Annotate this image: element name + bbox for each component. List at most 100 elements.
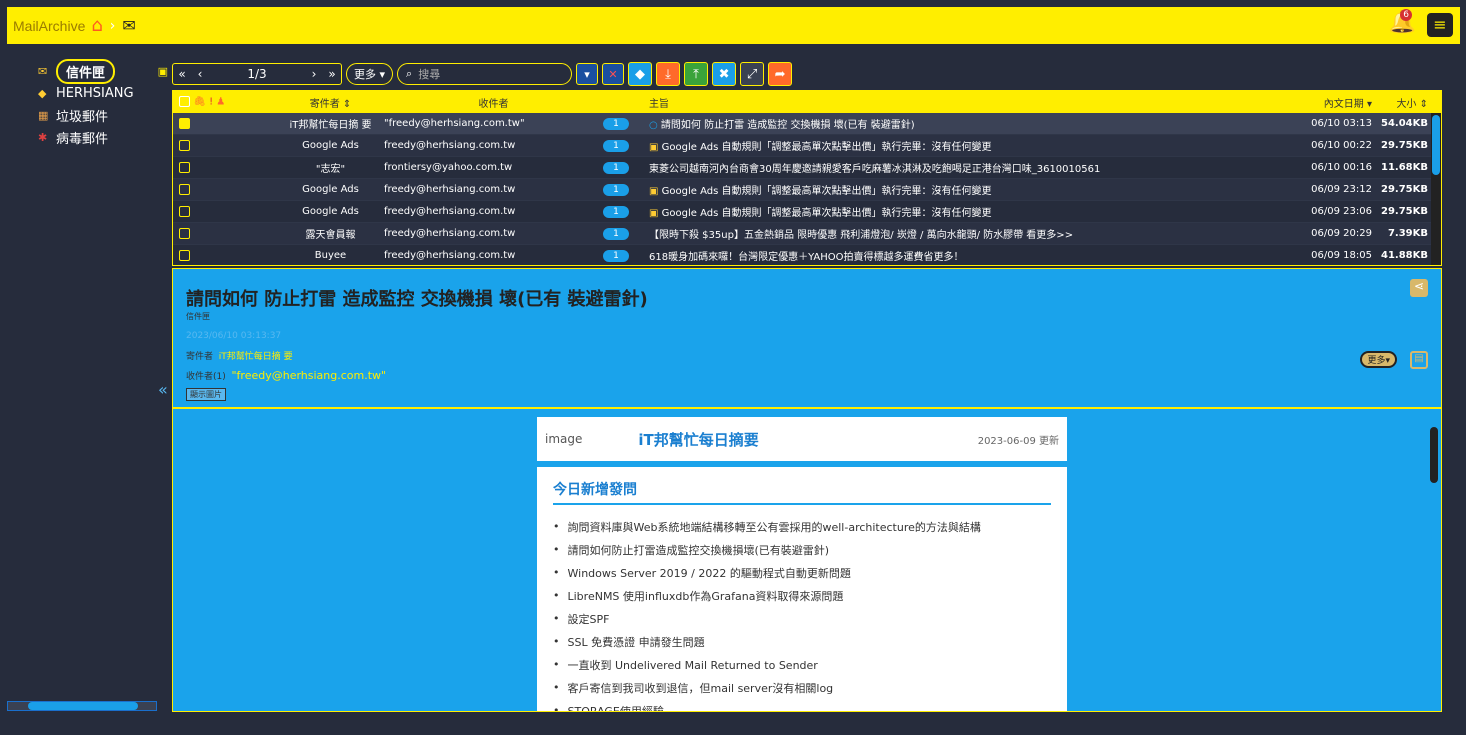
header-size[interactable]: 大小 ⇕ <box>1372 95 1432 110</box>
list-item[interactable]: 客戶寄信到我司收到退信，但mail server沒有相關log <box>553 676 1051 699</box>
row-select <box>173 161 283 174</box>
search-input[interactable]: ⌕ 搜尋 <box>397 63 573 85</box>
forward-icon[interactable]: ➦ <box>768 62 793 86</box>
top-bar: MailArchive ⌂ › ✉ 🔔 6 ≡ <box>7 7 1460 44</box>
search-placeholder: 搜尋 <box>418 68 441 81</box>
mail-list-grid: 🖇 ! ♟ 寄件者 ⇕ 收件者 主旨 內文日期 ▾ 大小 ⇕ iT邦幫忙每日摘 … <box>172 90 1442 266</box>
next-page-icon[interactable]: › <box>305 67 323 81</box>
scrollbar-thumb[interactable] <box>28 702 138 710</box>
row-checkbox[interactable] <box>179 117 190 129</box>
tag-icon: ◆ <box>38 86 47 100</box>
list-item[interactable]: SSL 免費憑證 申請發生問題 <box>553 630 1051 653</box>
row-subject-text: 請問如何 防止打雷 造成監控 交換機損 壞(已有 裝避雷針) <box>660 120 915 131</box>
row-subject-text: Google Ads 自動規則「調整最高單次點擊出價」執行完畢：沒有任何變更 <box>661 186 992 197</box>
row-select <box>173 205 283 218</box>
select-all-checkbox[interactable] <box>179 96 190 108</box>
app-brand[interactable]: MailArchive <box>13 18 85 34</box>
grid-vertical-scrollbar[interactable] <box>1431 113 1441 265</box>
sidebar-item-virus[interactable]: ✱ 病毒郵件 <box>38 126 168 148</box>
row-checkbox[interactable] <box>179 161 190 173</box>
table-row[interactable]: Buyee freedy@herhsiang.com.tw 1 618暖身加碼來囉！台… <box>173 245 1441 265</box>
row-subject: ▣ Google Ads 自動規則「調整最高單次點擊出價」執行完畢：沒有任何變更 <box>643 138 1286 153</box>
row-subject: 東菱公司越南河內台商會30周年慶邀請親愛客戶吃麻薯冰淇淋及吃飽喝足正港台灣口味_… <box>643 160 1286 175</box>
sidebar-item-herhsiang[interactable]: ◆ HERHSIANG <box>38 82 168 104</box>
page-indicator[interactable]: 1/3 <box>209 67 305 81</box>
preview-more-button[interactable]: 更多▾ <box>1360 351 1397 368</box>
show-images-button[interactable]: 顯示圖片 <box>186 388 226 401</box>
virus-scan-icon[interactable]: ✖ <box>712 62 737 86</box>
row-checkbox[interactable] <box>179 227 190 239</box>
table-row[interactable]: Google Ads freedy@herhsiang.com.tw 1 ▣ Goog… <box>173 201 1441 223</box>
table-row[interactable]: iT邦幫忙每日摘 要 "freedy@herhsiang.com.tw" 1 ○ 請問… <box>173 113 1441 135</box>
row-select <box>173 117 283 130</box>
header-to[interactable]: 收件者 <box>378 95 603 110</box>
clear-search-icon[interactable]: ✕ <box>602 63 625 85</box>
list-item[interactable]: STORAGE使用經驗 <box>553 699 1051 712</box>
notes-icon[interactable]: ▤ <box>1410 351 1428 369</box>
row-count: 1 <box>603 161 643 174</box>
home-icon[interactable]: ⌂ <box>91 15 102 36</box>
row-size: 7.39KB <box>1387 228 1428 239</box>
count-badge: 1 <box>603 249 629 262</box>
prev-page-icon[interactable]: ‹ <box>191 67 209 81</box>
row-to: frontiersy@yahoo.com.tw <box>384 162 513 173</box>
table-row[interactable]: Google Ads freedy@herhsiang.com.tw 1 ▣ Goog… <box>173 179 1441 201</box>
last-page-icon[interactable]: » <box>323 67 341 81</box>
row-checkbox[interactable] <box>179 139 190 151</box>
first-page-icon[interactable]: « <box>173 67 191 81</box>
pager: « ‹ 1/3 › » <box>172 63 342 85</box>
list-item[interactable]: 請問如何防止打雷造成監控交換機損壞(已有裝避雷針) <box>553 538 1051 561</box>
row-checkbox[interactable] <box>179 183 190 195</box>
person-icon[interactable]: ♟ <box>216 97 225 108</box>
row-count: 1 <box>603 227 643 240</box>
mail-brand[interactable]: iT邦幫忙每日摘要 <box>638 429 758 450</box>
row-select <box>173 139 283 152</box>
list-item[interactable]: 詢問資料庫與Web系統地端結構移轉至公有雲採用的well-architectur… <box>553 515 1051 538</box>
header-date[interactable]: 內文日期 ▾ <box>1286 95 1372 110</box>
attachment-icon[interactable]: 🖇 <box>193 97 206 108</box>
list-item[interactable]: 一直收到 Undelivered Mail Returned to Sender <box>553 653 1051 676</box>
hamburger-menu-icon[interactable]: ≡ <box>1427 13 1453 37</box>
row-select <box>173 249 283 262</box>
search-dropdown-icon[interactable]: ▾ <box>576 63 599 85</box>
table-row[interactable]: "志宏" frontiersy@yahoo.com.tw 1 東菱公司越南河內台商會3… <box>173 157 1441 179</box>
important-icon[interactable]: ! <box>209 97 213 108</box>
sidebar-horizontal-scrollbar[interactable] <box>7 701 157 711</box>
mail-content: image iT邦幫忙每日摘要 2023-06-09 更新 今日新增發問 詢問資… <box>172 408 1442 712</box>
collapse-sidebar-icon[interactable]: « <box>158 380 168 399</box>
folder-options-icon[interactable]: ▣ <box>158 65 168 78</box>
sidebar-item-inbox[interactable]: ✉ 信件匣 ▣ <box>38 58 168 84</box>
table-row[interactable]: 露天會員報 freedy@herhsiang.com.tw 1 【限時下殺 $35up… <box>173 223 1441 245</box>
download-icon[interactable]: ⤓ <box>656 62 681 86</box>
row-date: 06/09 18:05 <box>1311 250 1372 261</box>
row-to: freedy@herhsiang.com.tw <box>384 206 516 217</box>
row-checkbox[interactable] <box>179 205 190 217</box>
trash-icon: ▦ <box>38 108 49 122</box>
from-label: 寄件者 <box>186 352 214 362</box>
share-icon[interactable]: ⋖ <box>1410 279 1428 297</box>
header-subject[interactable]: 主旨 <box>643 95 1286 110</box>
more-button[interactable]: 更多 ▾ <box>346 63 394 85</box>
scrollbar-thumb[interactable] <box>1430 427 1438 483</box>
expand-icon[interactable]: ⤢ <box>740 62 765 86</box>
row-size: 41.88KB <box>1380 250 1428 261</box>
row-to: freedy@herhsiang.com.tw <box>384 140 516 151</box>
sidebar-item-spam[interactable]: ▦ 垃圾郵件 <box>38 104 168 126</box>
preview-folder: 信件匣 <box>186 312 210 321</box>
row-from: Google Ads <box>302 140 359 151</box>
row-count: 1 <box>603 139 643 152</box>
preview-title: 請問如何 防止打雷 造成監控 交換機損 壞(已有 裝避雷針) <box>186 289 648 310</box>
envelope-icon[interactable]: ✉ <box>122 16 135 35</box>
header-from[interactable]: 寄件者 ⇕ <box>283 95 378 110</box>
to-value[interactable]: "freedy@herhsiang.com.tw" <box>231 369 386 382</box>
list-item[interactable]: LibreNMS 使用influxdb作為Grafana資料取得來源問題 <box>553 584 1051 607</box>
row-checkbox[interactable] <box>179 249 190 261</box>
scrollbar-thumb[interactable] <box>1432 115 1440 175</box>
content-vertical-scrollbar[interactable] <box>1429 413 1439 707</box>
from-value[interactable]: iT邦幫忙每日摘 要 <box>219 352 293 362</box>
list-item[interactable]: Windows Server 2019 / 2022 的驅動程式自動更新問題 <box>553 561 1051 584</box>
list-item[interactable]: 設定SPF <box>553 607 1051 630</box>
tag-action-icon[interactable]: ◆ <box>628 62 653 86</box>
upload-icon[interactable]: ⤒ <box>684 62 709 86</box>
table-row[interactable]: Google Ads freedy@herhsiang.com.tw 1 ▣ Goog… <box>173 135 1441 157</box>
